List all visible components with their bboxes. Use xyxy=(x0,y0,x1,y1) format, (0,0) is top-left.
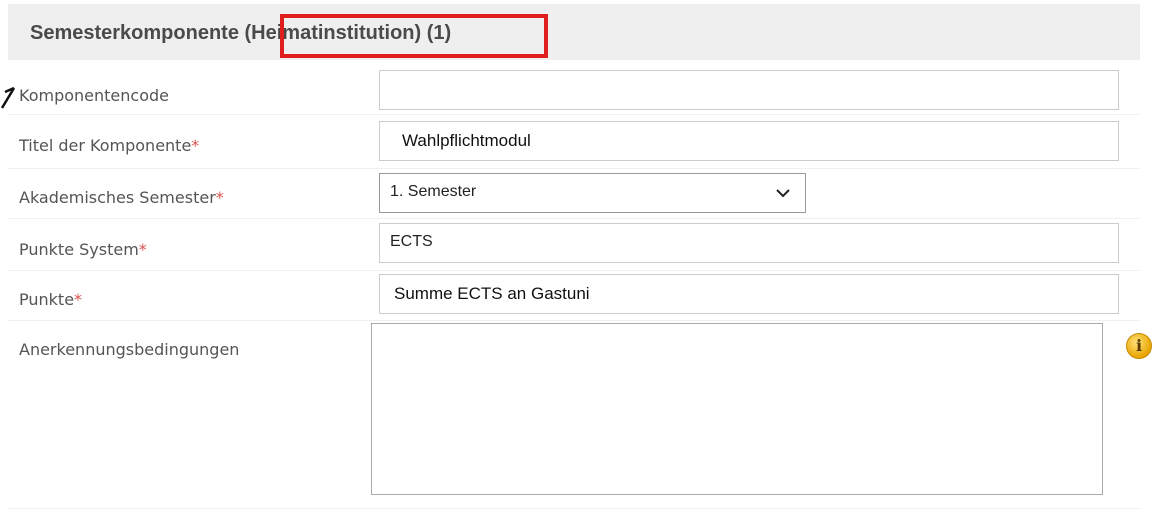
row-titel: Titel der Komponente* Wahlpflichtmodul xyxy=(8,116,1140,169)
annotation-highlight-box xyxy=(280,14,548,58)
komponentencode-label: Komponentencode xyxy=(19,86,169,105)
punkte-label: Punkte* xyxy=(19,290,83,309)
anerkennung-textarea[interactable] xyxy=(371,323,1103,495)
chevron-down-icon xyxy=(776,189,790,198)
row-punkte-system: Punkte System* ECTS xyxy=(8,220,1140,271)
bottom-divider xyxy=(8,508,1140,509)
semester-select-value: 1. Semester xyxy=(390,183,477,200)
komponentencode-input[interactable] xyxy=(379,70,1119,110)
punkte-system-input[interactable]: ECTS xyxy=(379,223,1119,263)
punkte-system-label: Punkte System* xyxy=(19,240,147,259)
titel-input-value: Wahlpflichtmodul xyxy=(402,131,531,150)
row-punkte: Punkte* Summe ECTS an Gastuni xyxy=(8,272,1140,321)
required-marker: * xyxy=(138,240,147,259)
semester-select[interactable]: 1. Semester xyxy=(379,173,806,213)
required-marker: * xyxy=(215,188,224,207)
section-header: Semesterkomponente (Heimatinstitution) (… xyxy=(8,4,1140,60)
punkte-input-value: Summe ECTS an Gastuni xyxy=(394,284,590,303)
required-marker: * xyxy=(191,136,200,155)
info-icon[interactable]: i xyxy=(1126,333,1152,359)
titel-input[interactable]: Wahlpflichtmodul xyxy=(379,121,1119,161)
punkte-system-value: ECTS xyxy=(390,233,433,250)
row-semester: Akademisches Semester* 1. Semester xyxy=(8,170,1140,219)
anerkennung-label: Anerkennungsbedingungen xyxy=(19,340,240,359)
punkte-input[interactable]: Summe ECTS an Gastuni xyxy=(379,274,1119,314)
semester-label: Akademisches Semester* xyxy=(19,188,224,207)
row-komponentencode: Komponentencode xyxy=(8,64,1140,115)
titel-label: Titel der Komponente* xyxy=(19,136,200,155)
required-marker: * xyxy=(74,290,83,309)
